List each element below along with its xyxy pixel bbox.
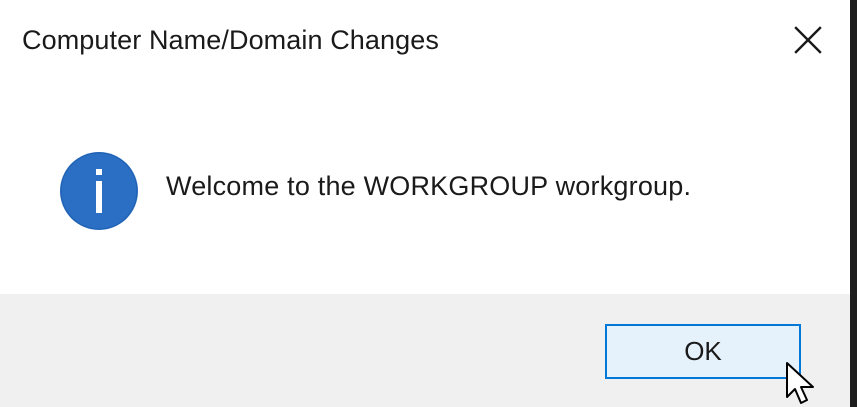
info-icon [59, 151, 139, 231]
dialog-content: Welcome to the WORKGROUP workgroup. [0, 84, 850, 294]
dialog-message: Welcome to the WORKGROUP workgroup. [166, 171, 692, 201]
dialog-footer: OK [0, 294, 850, 407]
close-button[interactable] [780, 16, 836, 66]
dialog-title: Computer Name/Domain Changes [22, 25, 439, 55]
title-bar: Computer Name/Domain Changes [0, 0, 850, 84]
computer-name-domain-changes-dialog: Computer Name/Domain Changes Welcome to … [0, 0, 857, 407]
close-icon [794, 26, 822, 54]
window-edge [850, 0, 857, 407]
ok-button[interactable]: OK [605, 324, 801, 379]
